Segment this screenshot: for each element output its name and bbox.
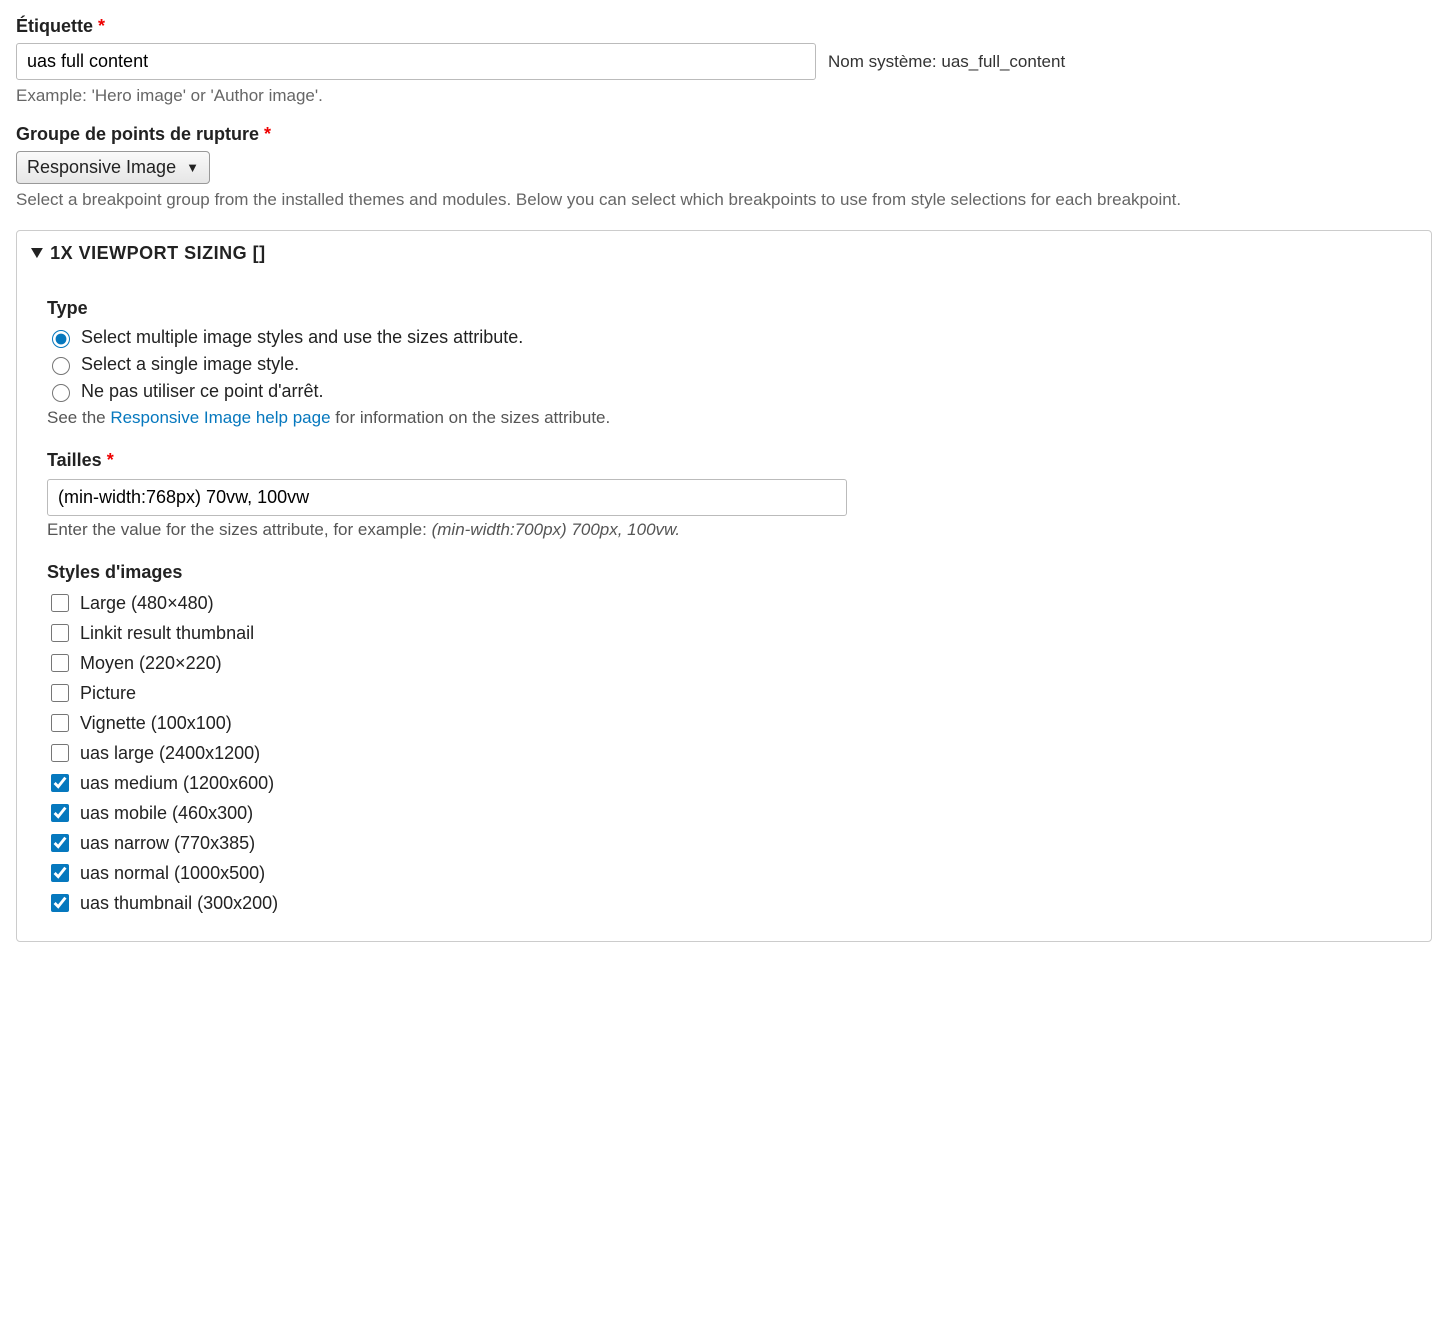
style-checkbox-option[interactable]: Vignette (100x100)	[47, 711, 1401, 735]
style-checkbox-input[interactable]	[51, 864, 69, 882]
breakpoint-group-help: Select a breakpoint group from the insta…	[16, 190, 1432, 210]
machine-name: Nom système: uas_full_content	[828, 52, 1065, 72]
etiquette-label-text: Étiquette	[16, 16, 93, 36]
style-checkbox-label: Picture	[80, 683, 136, 704]
style-checkbox-option[interactable]: Picture	[47, 681, 1401, 705]
breakpoint-group-label-text: Groupe de points de rupture	[16, 124, 259, 144]
tailles-help-prefix: Enter the value for the sizes attribute,…	[47, 520, 432, 539]
viewport-sizing-summary-text: 1X VIEWPORT SIZING []	[50, 243, 266, 263]
type-label: Type	[47, 298, 1401, 319]
style-checkbox-option[interactable]: Linkit result thumbnail	[47, 621, 1401, 645]
viewport-sizing-body: Type Select multiple image styles and us…	[17, 276, 1431, 941]
style-checkbox-input[interactable]	[51, 714, 69, 732]
tailles-help: Enter the value for the sizes attribute,…	[47, 520, 1401, 540]
style-checkbox-input[interactable]	[51, 834, 69, 852]
etiquette-input[interactable]	[16, 43, 816, 80]
tailles-input[interactable]	[47, 479, 847, 516]
style-checkbox-label: uas narrow (770x385)	[80, 833, 255, 854]
style-checkbox-input[interactable]	[51, 624, 69, 642]
type-radio-input[interactable]	[52, 384, 70, 402]
viewport-sizing-summary[interactable]: 1X VIEWPORT SIZING []	[17, 231, 1431, 276]
style-checkbox-option[interactable]: uas medium (1200x600)	[47, 771, 1401, 795]
type-radio-label: Select multiple image styles and use the…	[81, 327, 523, 348]
style-checkbox-label: Vignette (100x100)	[80, 713, 232, 734]
type-radio-option[interactable]: Select a single image style.	[47, 354, 1401, 375]
style-checkbox-input[interactable]	[51, 654, 69, 672]
machine-name-value: uas_full_content	[941, 52, 1065, 71]
etiquette-label: Étiquette *	[16, 16, 1432, 37]
style-checkbox-label: uas thumbnail (300x200)	[80, 893, 278, 914]
style-checkbox-option[interactable]: uas mobile (460x300)	[47, 801, 1401, 825]
etiquette-field-wrapper: Étiquette * Nom système: uas_full_conten…	[16, 16, 1432, 106]
type-help-prefix: See the	[47, 408, 110, 427]
chevron-down-icon: ▼	[186, 160, 199, 175]
style-checkbox-label: Linkit result thumbnail	[80, 623, 254, 644]
breakpoint-group-selected: Responsive Image	[27, 157, 176, 178]
type-help-suffix: for information on the sizes attribute.	[335, 408, 610, 427]
responsive-image-help-link[interactable]: Responsive Image help page	[110, 408, 330, 427]
required-mark: *	[98, 16, 105, 36]
type-radio-option[interactable]: Select multiple image styles and use the…	[47, 327, 1401, 348]
type-radio-label: Ne pas utiliser ce point d'arrêt.	[81, 381, 324, 402]
style-checkbox-option[interactable]: uas normal (1000x500)	[47, 861, 1401, 885]
machine-name-label: Nom système:	[828, 52, 937, 71]
style-checkbox-option[interactable]: uas thumbnail (300x200)	[47, 891, 1401, 915]
styles-checkbox-group: Large (480×480) Linkit result thumbnail Mo…	[47, 591, 1401, 915]
style-checkbox-label: uas medium (1200x600)	[80, 773, 274, 794]
styles-label: Styles d'images	[47, 562, 1401, 583]
style-checkbox-option[interactable]: Moyen (220×220)	[47, 651, 1401, 675]
style-checkbox-label: uas normal (1000x500)	[80, 863, 265, 884]
style-checkbox-option[interactable]: Large (480×480)	[47, 591, 1401, 615]
tailles-label-text: Tailles	[47, 450, 102, 470]
breakpoint-group-wrapper: Groupe de points de rupture * Responsive…	[16, 124, 1432, 210]
style-checkbox-label: uas large (2400x1200)	[80, 743, 260, 764]
breakpoint-group-label: Groupe de points de rupture *	[16, 124, 1432, 145]
style-checkbox-input[interactable]	[51, 804, 69, 822]
breakpoint-group-select[interactable]: Responsive Image ▼	[16, 151, 210, 184]
style-checkbox-input[interactable]	[51, 894, 69, 912]
type-radio-option[interactable]: Ne pas utiliser ce point d'arrêt.	[47, 381, 1401, 402]
viewport-sizing-details[interactable]: 1X VIEWPORT SIZING [] Type Select multip…	[16, 230, 1432, 942]
style-checkbox-input[interactable]	[51, 774, 69, 792]
type-help: See the Responsive Image help page for i…	[47, 408, 1401, 428]
required-mark: *	[264, 124, 271, 144]
etiquette-help: Example: 'Hero image' or 'Author image'.	[16, 86, 1432, 106]
type-radio-label: Select a single image style.	[81, 354, 299, 375]
style-checkbox-input[interactable]	[51, 744, 69, 762]
style-checkbox-label: Moyen (220×220)	[80, 653, 222, 674]
style-checkbox-input[interactable]	[51, 684, 69, 702]
style-checkbox-option[interactable]: uas large (2400x1200)	[47, 741, 1401, 765]
required-mark: *	[107, 450, 114, 470]
type-radio-group: Select multiple image styles and use the…	[47, 327, 1401, 402]
style-checkbox-label: Large (480×480)	[80, 593, 214, 614]
type-radio-input[interactable]	[52, 330, 70, 348]
style-checkbox-input[interactable]	[51, 594, 69, 612]
style-checkbox-option[interactable]: uas narrow (770x385)	[47, 831, 1401, 855]
type-radio-input[interactable]	[52, 357, 70, 375]
style-checkbox-label: uas mobile (460x300)	[80, 803, 253, 824]
tailles-label: Tailles *	[47, 450, 1401, 471]
tailles-help-example: (min-width:700px) 700px, 100vw.	[432, 520, 681, 539]
